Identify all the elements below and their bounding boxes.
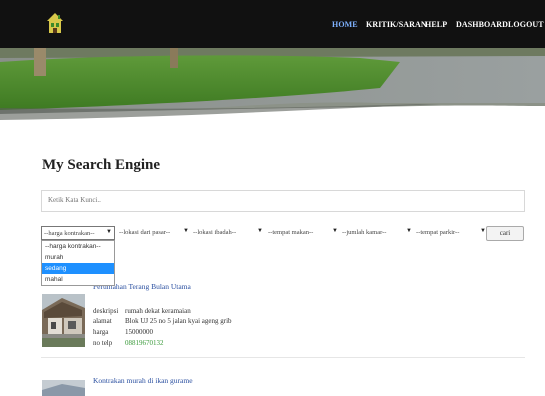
result-title[interactable]: Kontrakan murah di ikan gurame bbox=[93, 376, 193, 385]
search-input[interactable] bbox=[48, 196, 508, 204]
result-thumbnail[interactable] bbox=[42, 380, 85, 396]
filter-label: --tempat makan-- bbox=[268, 229, 314, 236]
field-value-deskripsi: rumah dekat keramaian bbox=[125, 307, 191, 315]
field-value-alamat: Blok UJ 25 no 5 jalan kyai ageng grib bbox=[125, 317, 232, 325]
nav-dashboard[interactable]: DASHBOARD bbox=[456, 20, 508, 29]
nav-kritik-saran[interactable]: KRITIK/SARAN bbox=[366, 20, 427, 29]
field-label-deskripsi: deskripsi bbox=[93, 307, 119, 315]
house-logo-icon[interactable] bbox=[46, 12, 64, 34]
filter-label: --tempat parkir-- bbox=[416, 229, 460, 236]
caret-down-icon: ▼ bbox=[332, 228, 338, 234]
filter-lokasi-ibadah[interactable]: --lokasi ibadah-- ▼ bbox=[191, 226, 265, 240]
filter-lokasi-pasar[interactable]: --lokasi dari pasar-- ▼ bbox=[117, 226, 191, 240]
nav-logout[interactable]: LOGOUT bbox=[508, 20, 544, 29]
filter-tempat-makan[interactable]: --tempat makan-- ▼ bbox=[266, 226, 340, 240]
filter-label: --lokasi dari pasar-- bbox=[119, 229, 171, 236]
nav-home[interactable]: HOME bbox=[332, 20, 358, 29]
dropdown-option[interactable]: murah bbox=[42, 252, 114, 263]
caret-down-icon: ▼ bbox=[257, 228, 263, 234]
nav-help[interactable]: HELP bbox=[425, 20, 447, 29]
field-label-alamat: alamat bbox=[93, 317, 112, 325]
field-label-harga: harga bbox=[93, 328, 109, 336]
caret-down-icon: ▼ bbox=[183, 228, 189, 234]
result-thumbnail[interactable] bbox=[42, 294, 85, 347]
top-navbar: HOME KRITIK/SARAN HELP DASHBOARD LOGOUT bbox=[0, 0, 545, 48]
field-label-no-telp: no telp bbox=[93, 339, 113, 347]
filter-label: --lokasi ibadah-- bbox=[193, 229, 237, 236]
filter-label: --harga kontrakan-- bbox=[44, 230, 95, 237]
dropdown-option[interactable]: --harga kontrakan-- bbox=[42, 241, 114, 252]
price-dropdown-list[interactable]: --harga kontrakan-- murah sedang mahal bbox=[41, 240, 115, 286]
caret-down-icon: ▼ bbox=[106, 229, 112, 235]
dropdown-option[interactable]: mahal bbox=[42, 274, 114, 285]
dropdown-option-highlighted[interactable]: sedang bbox=[42, 263, 114, 274]
field-value-harga: 15000000 bbox=[125, 328, 153, 336]
filter-label: --jumlah kamar-- bbox=[342, 229, 387, 236]
page-title: My Search Engine bbox=[42, 157, 161, 173]
search-input-container[interactable] bbox=[41, 190, 525, 212]
hero-banner bbox=[0, 48, 545, 130]
filter-tempat-parkir[interactable]: --tempat parkir-- ▼ bbox=[414, 226, 488, 240]
search-button[interactable]: cari bbox=[486, 226, 524, 241]
result-divider bbox=[41, 357, 525, 358]
filter-harga-kontrakan[interactable]: --harga kontrakan-- ▼ bbox=[41, 226, 115, 240]
filter-jumlah-kamar[interactable]: --jumlah kamar-- ▼ bbox=[340, 226, 414, 240]
field-value-no-telp: 08819670132 bbox=[125, 339, 164, 347]
caret-down-icon: ▼ bbox=[406, 228, 412, 234]
